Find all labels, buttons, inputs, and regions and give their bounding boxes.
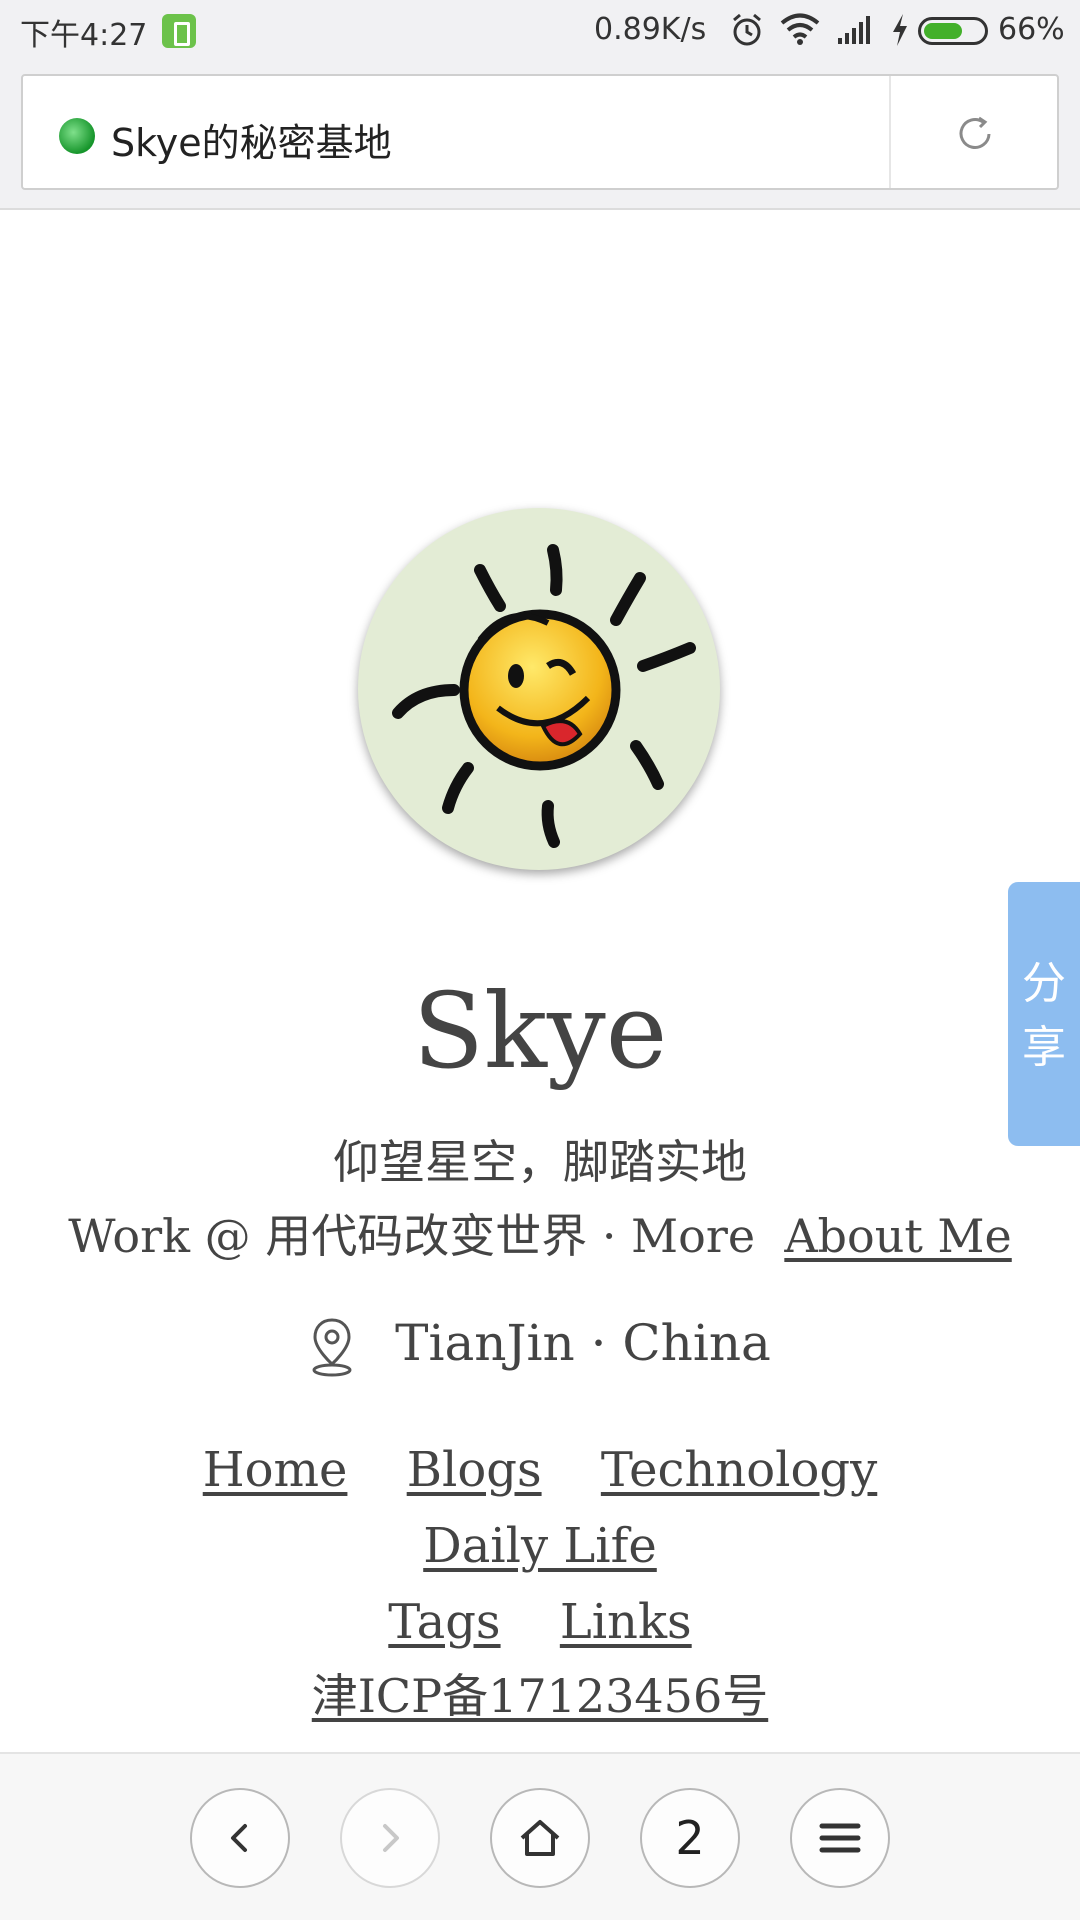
footer: 津ICP备17123456号 [0,1660,1080,1726]
about-me-link[interactable]: About Me [784,1209,1011,1263]
home-button[interactable] [490,1788,590,1888]
icp-link[interactable]: 津ICP备17123456号 [312,1669,768,1723]
reload-icon[interactable] [953,112,997,156]
forward-button[interactable] [340,1788,440,1888]
menu-button[interactable] [790,1788,890,1888]
charging-icon [893,14,907,46]
nav-technology[interactable]: Technology [601,1442,877,1498]
profile-name: Skye [412,970,668,1092]
share-label-1: 分 [1022,958,1066,1009]
profile-motto: 仰望星空，脚踏实地 [333,1135,747,1189]
avatar [358,508,720,870]
site-favicon-icon [59,118,95,154]
tabs-button[interactable]: 2 [640,1788,740,1888]
battery-app-icon [162,14,196,48]
home-icon [520,1820,560,1856]
forward-icon [383,1824,399,1852]
location-pin-icon [312,1318,352,1377]
location-line: TianJin · China [0,1314,1080,1378]
nav-tags[interactable]: Tags [388,1594,500,1650]
profile-work-line: Work @ 用代码改变世界 · More About Me [0,1200,1080,1266]
work-text: Work @ 用代码改变世界 · More [68,1209,756,1263]
browser-address-bar: Skye的秘密基地 [0,62,1080,210]
alarm-icon [733,13,761,46]
network-speed: 0.89K/s [594,12,707,47]
signal-icon [838,16,870,44]
page-title[interactable]: Skye的秘密基地 [111,112,392,167]
battery-percent: 66% [998,12,1065,47]
menu-icon [819,1823,861,1853]
url-field[interactable]: Skye的秘密基地 [21,74,1059,190]
wifi-icon [780,13,820,45]
share-button[interactable]: 分 享 [1008,882,1080,1146]
back-icon [231,1824,247,1852]
site-nav: Home Blogs Technology Daily Life Tags Li… [60,1432,1020,1660]
status-time: 下午4:27 [20,18,148,53]
back-button[interactable] [190,1788,290,1888]
url-divider [889,76,891,188]
battery-icon [918,17,988,45]
nav-links[interactable]: Links [560,1594,692,1650]
location-text: TianJin · China [395,1314,771,1372]
tab-count: 2 [675,1811,705,1865]
status-bar: 下午4:27 0.89K/s 66% [0,0,1080,62]
share-label-2: 享 [1022,1022,1066,1073]
sun-smiley-image [392,544,696,848]
nav-home[interactable]: Home [203,1442,348,1498]
browser-toolbar: 2 [0,1752,1080,1920]
nav-daily-life[interactable]: Daily Life [423,1518,657,1574]
battery-level-fill [924,23,962,39]
nav-blogs[interactable]: Blogs [407,1442,542,1498]
